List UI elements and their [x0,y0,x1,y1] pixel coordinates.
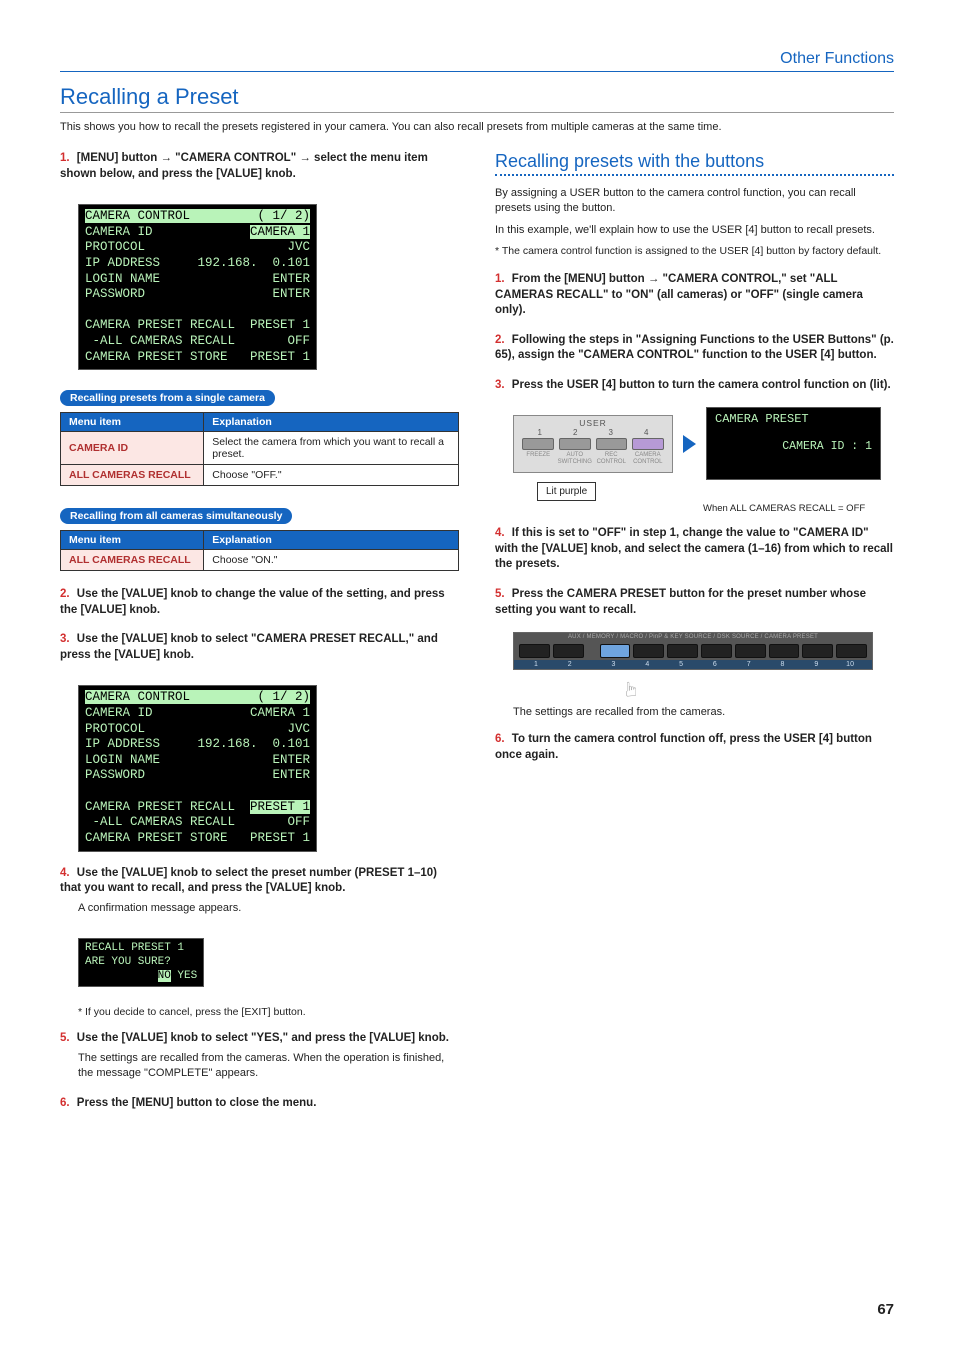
lcd-confirm: RECALL PRESET 1 ARE YOU SURE? NO YES [78,938,204,987]
user-panel-title: USER [514,416,672,428]
preset-button-5 [667,644,698,658]
subsection-title: Recalling presets with the buttons [495,151,894,172]
right-p1: By assigning a USER button to the camera… [495,186,894,217]
step-number: 1. [495,273,505,285]
right-step-2: Following the steps in "Assigning Functi… [495,334,894,362]
right-step-5: Press the CAMERA PRESET button for the p… [495,588,866,616]
lcd-screen-2: CAMERA CONTROL ( 1/ 2) CAMERA ID CAMERA … [78,685,317,851]
step-number: 4. [495,527,505,539]
preset-button-6 [701,644,732,658]
preset-button-10 [836,644,867,658]
user-button-2 [559,438,591,450]
step-number: 6. [495,733,505,745]
step-number: 3. [495,379,505,391]
preset-button-8 [769,644,800,658]
user-button-4 [632,438,664,450]
right-step-6: To turn the camera control function off,… [495,733,872,761]
page-number: 67 [877,1301,894,1318]
lcd-preset-header: CAMERA PRESET [715,412,872,426]
intro-text: This shows you how to recall the presets… [60,121,894,133]
preset-button-strip: AUX / MEMORY / MACRO / PinP & KEY SOURCE… [513,632,873,670]
user-button-figure: USER 1234 FREEZEAUTOSWITCHINGRECCONTROLC… [513,407,894,480]
preset-button-9 [802,644,833,658]
right-p2: In this example, we'll explain how to us… [495,223,894,238]
callout-lit-purple: Lit purple [537,482,596,501]
user-panel-diagram: USER 1234 FREEZEAUTOSWITCHINGRECCONTROLC… [513,415,673,472]
step-5-text: Use the [VALUE] knob to select "YES," an… [77,1032,449,1044]
preset-button-1 [519,644,550,658]
step-number: 2. [495,334,505,346]
preset-button-2 [553,644,584,658]
table-all-cameras: Menu itemExplanationALL CAMERAS RECALLCh… [60,530,459,571]
step-6-text: Press the [MENU] button to close the men… [77,1097,317,1109]
step-number: 5. [495,588,505,600]
lcd-preset-value: CAMERA ID : 1 [715,426,872,453]
step-number: 1. [60,152,70,164]
left-column: 1. [MENU] button → "CAMERA CONTROL" → se… [60,151,459,1125]
section-header: Other Functions [60,50,894,72]
step-2-text: Use the [VALUE] knob to change the value… [60,588,445,616]
dotted-rule [495,174,894,176]
step-3-text: Use the [VALUE] knob to select "CAMERA P… [60,633,438,661]
step-1-text: [MENU] button → "CAMERA CONTROL" → selec… [60,152,428,180]
right-step-3: Press the USER [4] button to turn the ca… [512,379,891,391]
step-number: 2. [60,588,70,600]
right-note1: * The camera control function is assigne… [495,244,894,258]
step-number: 6. [60,1097,70,1109]
strip-label: AUX / MEMORY / MACRO / PinP & KEY SOURCE… [514,633,872,641]
right-step-1: From the [MENU] button → "CAMERA CONTROL… [495,273,863,316]
preset-button-4 [633,644,664,658]
table-single-camera: Menu itemExplanationCAMERA IDSelect the … [60,412,459,486]
subsection-pill-single: Recalling presets from a single camera [60,390,275,406]
subsection-pill-all: Recalling from all cameras simultaneousl… [60,508,292,524]
step-number: 3. [60,633,70,645]
preset-button-7 [735,644,766,658]
figure-caption: When ALL CAMERAS RECALL = OFF [703,503,894,514]
user-button-1 [522,438,554,450]
right-column: Recalling presets with the buttons By as… [495,151,894,1125]
play-arrow-icon [683,435,696,453]
lcd-camera-preset: CAMERA PRESET CAMERA ID : 1 [706,407,881,480]
user-button-3 [596,438,628,450]
right-step-5-body: The settings are recalled from the camer… [513,705,894,720]
pointer-icon: ☟ [625,676,637,701]
right-step-4: If this is set to "OFF" in step 1, chang… [495,527,893,570]
page-title: Recalling a Preset [60,84,894,113]
step-4-body: A confirmation message appears. [78,901,459,916]
preset-button-3 [600,644,631,658]
step-5-body: The settings are recalled from the camer… [78,1051,459,1082]
step-4-text: Use the [VALUE] knob to select the prese… [60,867,437,895]
cancel-note: * If you decide to cancel, press the [EX… [78,1005,459,1019]
step-number: 4. [60,867,70,879]
lcd-screen-1: CAMERA CONTROL ( 1/ 2) CAMERA ID CAMERA … [78,204,317,370]
step-number: 5. [60,1032,70,1044]
